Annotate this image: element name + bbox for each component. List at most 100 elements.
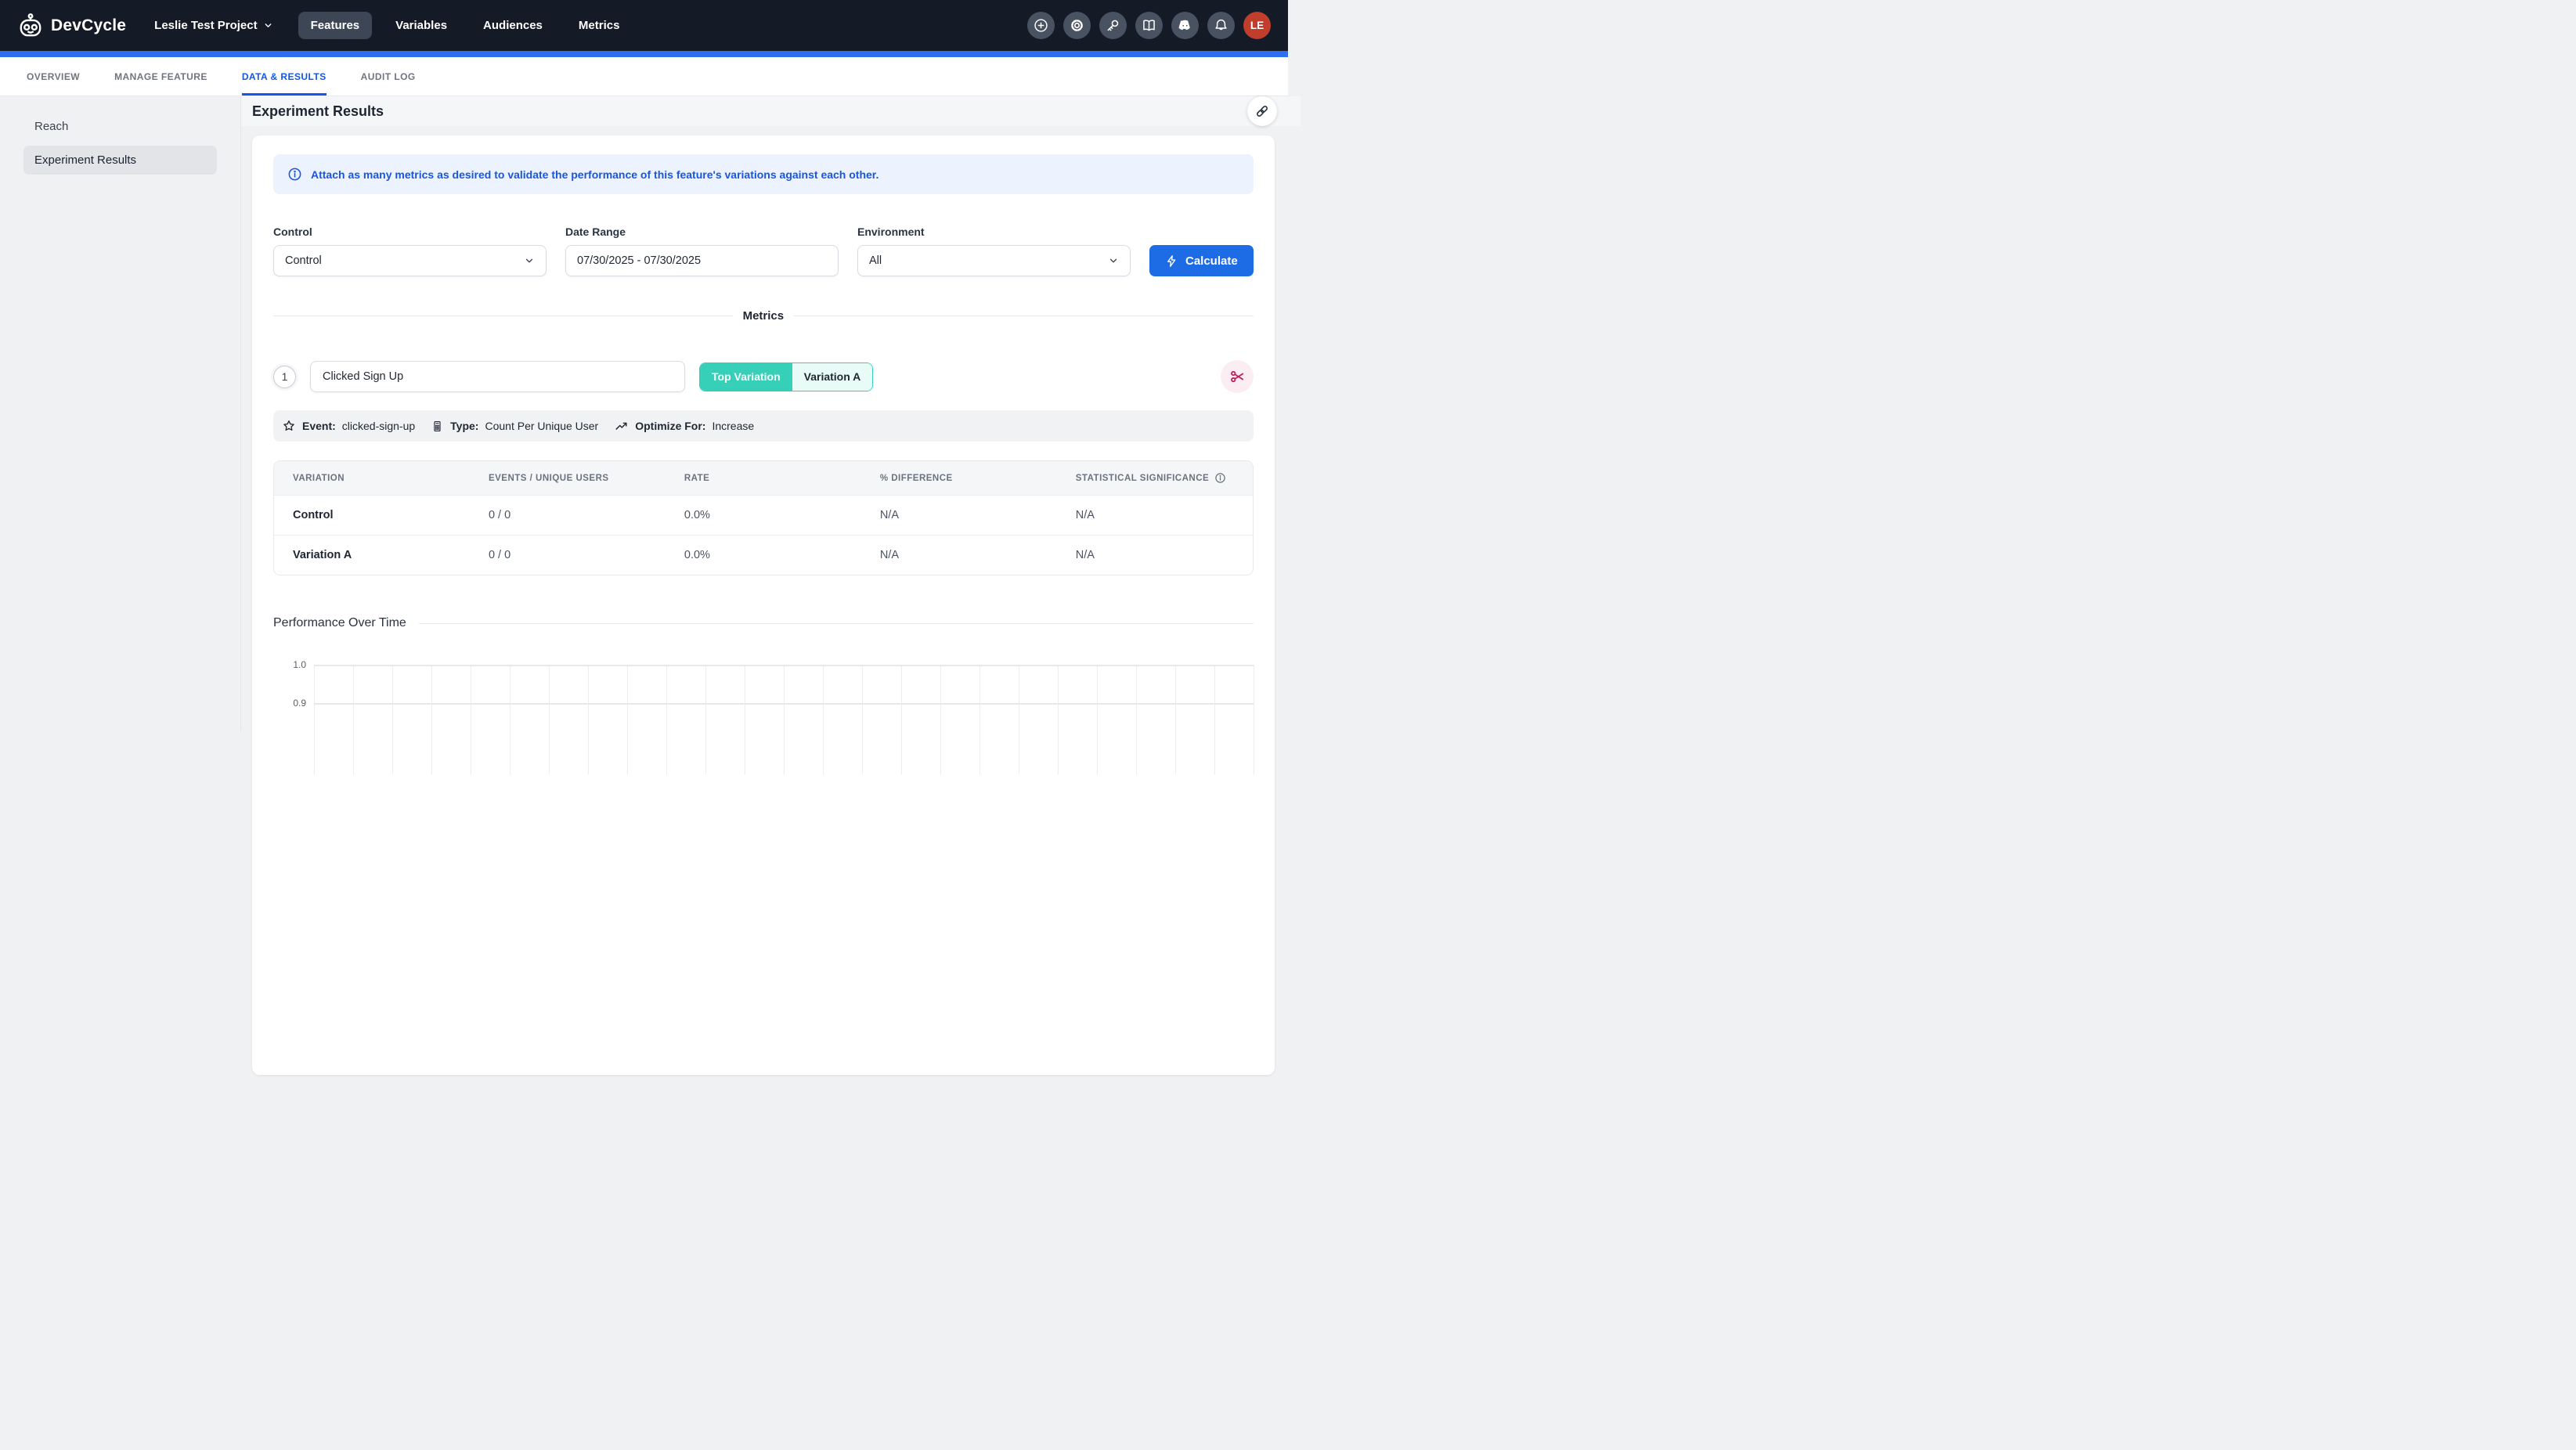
calculate-label: Calculate bbox=[1185, 254, 1238, 268]
control-select[interactable]: Control bbox=[273, 245, 547, 276]
chart-gridline-vertical bbox=[588, 665, 589, 774]
row-significance: N/A bbox=[1057, 536, 1253, 575]
copy-link-button[interactable] bbox=[1247, 96, 1277, 126]
tab-overview[interactable]: OVERVIEW bbox=[27, 57, 80, 96]
performance-section-header: Performance Over Time bbox=[273, 616, 1254, 630]
table-header-row: VARIATION EVENTS / UNIQUE USERS RATE % D… bbox=[274, 461, 1253, 496]
chart-gridline-vertical bbox=[549, 665, 550, 774]
control-field: Control Control bbox=[273, 225, 547, 276]
type-value: Count Per Unique User bbox=[485, 420, 598, 432]
environment-select[interactable]: All bbox=[857, 245, 1131, 276]
notifications-button[interactable] bbox=[1207, 12, 1235, 39]
metric-event: Event: clicked-sign-up bbox=[282, 419, 415, 433]
row-variation: Control bbox=[274, 496, 470, 536]
docs-button[interactable] bbox=[1135, 12, 1163, 39]
nav-item-metrics[interactable]: Metrics bbox=[566, 12, 633, 39]
page-title: Experiment Results bbox=[252, 103, 384, 120]
project-selector[interactable]: Leslie Test Project bbox=[154, 19, 272, 32]
chart-gridline-vertical bbox=[627, 665, 628, 774]
main-panel: Experiment Results Attach as many metric… bbox=[240, 96, 1301, 731]
environment-select-value: All bbox=[869, 254, 882, 267]
bell-icon bbox=[1213, 17, 1229, 34]
chart-gridline-vertical bbox=[1058, 665, 1059, 774]
variation-toggle: Top Variation Variation A bbox=[699, 362, 873, 391]
main-nav: Features Variables Audiences Metrics bbox=[298, 12, 633, 39]
chevron-down-icon bbox=[1108, 255, 1119, 266]
chevron-down-icon bbox=[524, 255, 535, 266]
controls-row: Control Control Date Range 07/30/2025 - … bbox=[273, 225, 1254, 276]
results-sidebar: Reach Experiment Results bbox=[0, 96, 240, 731]
row-difference: N/A bbox=[861, 496, 1057, 536]
nav-item-features[interactable]: Features bbox=[298, 12, 373, 39]
add-button[interactable] bbox=[1027, 12, 1055, 39]
col-significance: STATISTICAL SIGNIFICANCE bbox=[1057, 461, 1253, 496]
row-variation: Variation A bbox=[274, 536, 470, 575]
info-banner: Attach as many metrics as desired to val… bbox=[273, 154, 1254, 194]
tab-audit-log[interactable]: AUDIT LOG bbox=[361, 57, 416, 96]
toggle-variation-a[interactable]: Variation A bbox=[792, 363, 873, 391]
tab-data-results[interactable]: DATA & RESULTS bbox=[242, 57, 327, 96]
row-events: 0 / 0 bbox=[470, 496, 666, 536]
topbar-actions: LE bbox=[1027, 12, 1271, 39]
metric-index-badge: 1 bbox=[273, 366, 296, 388]
date-range-input[interactable]: 07/30/2025 - 07/30/2025 bbox=[565, 245, 839, 276]
scissors-icon bbox=[1228, 368, 1246, 385]
col-difference: % DIFFERENCE bbox=[861, 461, 1057, 496]
date-range-field: Date Range 07/30/2025 - 07/30/2025 bbox=[565, 225, 839, 276]
experiment-results-card: Attach as many metrics as desired to val… bbox=[252, 135, 1275, 1075]
toggle-top-variation[interactable]: Top Variation bbox=[700, 363, 792, 391]
top-navbar: DevCycle Leslie Test Project Features Va… bbox=[0, 0, 1288, 51]
project-name: Leslie Test Project bbox=[154, 19, 257, 32]
devcycle-logo[interactable]: DevCycle bbox=[17, 13, 126, 39]
chart-plot bbox=[314, 665, 1254, 774]
tab-manage-feature[interactable]: MANAGE FEATURE bbox=[114, 57, 207, 96]
info-icon[interactable] bbox=[1214, 472, 1226, 484]
row-significance: N/A bbox=[1057, 496, 1253, 536]
chart-gridline-vertical bbox=[314, 665, 315, 774]
type-label: Type: bbox=[450, 420, 478, 432]
sidebar-item-reach[interactable]: Reach bbox=[23, 112, 217, 141]
card-wrapper: Attach as many metrics as desired to val… bbox=[241, 126, 1301, 1075]
discord-icon bbox=[1177, 17, 1193, 34]
api-keys-button[interactable] bbox=[1099, 12, 1127, 39]
sidebar-item-experiment-results[interactable]: Experiment Results bbox=[23, 146, 217, 175]
chart-gridline-vertical bbox=[1136, 665, 1137, 774]
plus-circle-icon bbox=[1033, 17, 1049, 34]
chart-gridline-horizontal bbox=[314, 665, 1254, 666]
table-row: Control 0 / 0 0.0% N/A N/A bbox=[274, 496, 1253, 536]
divider-line bbox=[419, 623, 1254, 624]
discord-button[interactable] bbox=[1171, 12, 1199, 39]
chart-gridline-vertical bbox=[431, 665, 432, 774]
chart-gridline-vertical bbox=[862, 665, 863, 774]
col-rate: RATE bbox=[666, 461, 861, 496]
metric-name-input[interactable] bbox=[310, 361, 685, 392]
chart-gridline-vertical bbox=[901, 665, 902, 774]
nav-item-variables[interactable]: Variables bbox=[383, 12, 460, 39]
user-avatar[interactable]: LE bbox=[1243, 12, 1271, 39]
chart-gridline-vertical bbox=[666, 665, 667, 774]
row-difference: N/A bbox=[861, 536, 1057, 575]
settings-button[interactable] bbox=[1063, 12, 1091, 39]
calculate-button[interactable]: Calculate bbox=[1149, 245, 1254, 276]
date-range-value: 07/30/2025 - 07/30/2025 bbox=[577, 254, 701, 267]
metrics-divider-label: Metrics bbox=[743, 309, 785, 323]
event-value: clicked-sign-up bbox=[342, 420, 415, 432]
link-icon bbox=[1254, 103, 1270, 119]
optimize-label: Optimize For: bbox=[635, 420, 705, 432]
togglebot-icon bbox=[17, 13, 44, 39]
control-select-value: Control bbox=[285, 254, 322, 267]
metric-row: 1 Top Variation Variation A bbox=[273, 360, 1254, 393]
banner-text: Attach as many metrics as desired to val… bbox=[311, 168, 879, 181]
chart-gridline-vertical bbox=[353, 665, 354, 774]
significance-label: STATISTICAL SIGNIFICANCE bbox=[1076, 474, 1209, 483]
nav-item-audiences[interactable]: Audiences bbox=[471, 12, 555, 39]
col-events: EVENTS / UNIQUE USERS bbox=[470, 461, 666, 496]
chart-gridline-vertical bbox=[1214, 665, 1215, 774]
chart-gridline-vertical bbox=[1097, 665, 1098, 774]
chart-gridline-vertical bbox=[392, 665, 393, 774]
remove-metric-button[interactable] bbox=[1221, 360, 1254, 393]
row-events: 0 / 0 bbox=[470, 536, 666, 575]
star-icon bbox=[282, 419, 296, 433]
metric-type: Type: Count Per Unique User bbox=[431, 420, 598, 433]
content-shell: Reach Experiment Results Experiment Resu… bbox=[0, 96, 1288, 731]
